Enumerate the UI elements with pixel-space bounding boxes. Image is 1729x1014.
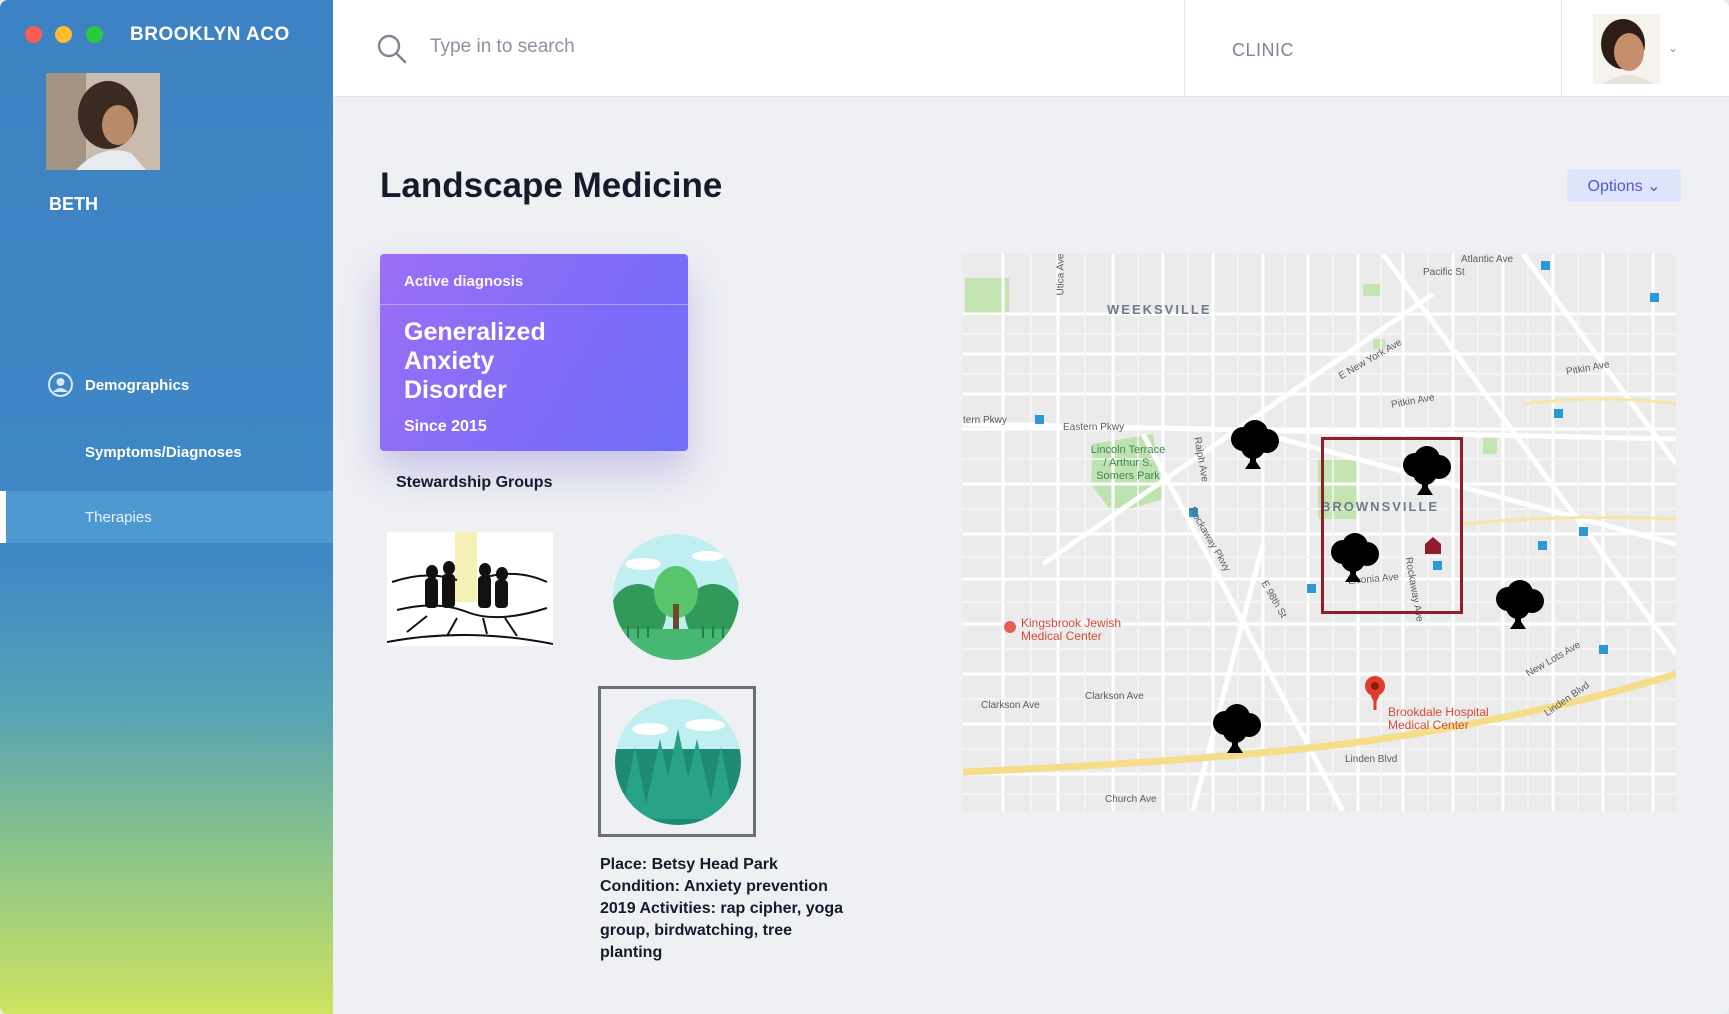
avatar[interactable] (1593, 14, 1660, 84)
app-window: BROOKLYN ACO BETH Demographics Symptoms/… (0, 0, 1729, 1014)
map-label-church: Church Ave (1105, 794, 1157, 805)
patient-photo (46, 73, 160, 170)
diagnosis-card-header: Active diagnosis (404, 273, 524, 290)
map-streets (963, 254, 1676, 811)
sidebar: BROOKLYN ACO BETH Demographics Symptoms/… (0, 0, 333, 1014)
diagnosis-card[interactable]: Active diagnosis Generalized Anxiety Dis… (380, 254, 688, 451)
map-label-park: Lincoln Terrace / Arthur S. Somers Park (1090, 444, 1166, 482)
neighborhood-map[interactable]: WEEKSVILLE BROWNSVILLE Lincoln Terrace /… (963, 254, 1676, 811)
map-label-utica: Utica Ave (1055, 254, 1067, 296)
close-window-button[interactable] (25, 26, 42, 43)
patient-name: BETH (49, 194, 98, 214)
sidebar-item-label: Demographics (85, 376, 190, 394)
sidebar-item-label: Symptoms/Diagnoses (85, 443, 242, 461)
maximize-window-button[interactable] (86, 26, 103, 43)
map-label-kingsbrook: Kingsbrook Jewish Medical Center (1021, 616, 1122, 643)
tree-icon[interactable] (1207, 703, 1265, 757)
tree-icon[interactable] (1325, 532, 1383, 586)
minimize-window-button[interactable] (55, 26, 72, 43)
clinic-label[interactable]: CLINIC (1232, 40, 1294, 61)
tree-icon[interactable] (1397, 445, 1455, 499)
options-button[interactable]: Options ⌄ (1567, 169, 1681, 202)
map-label-linden: Linden Blvd (1345, 754, 1398, 765)
chevron-down-icon[interactable]: ⌄ (1668, 41, 1678, 55)
place-info: Place: Betsy Head Park Condition: Anxiet… (600, 854, 850, 964)
sidebar-item-symptoms-diagnoses[interactable]: Symptoms/Diagnoses (0, 426, 333, 478)
divider (1561, 0, 1562, 97)
divider (380, 304, 688, 305)
stewardship-group-sketch-image[interactable] (386, 532, 554, 646)
map-label-atlantic: Atlantic Ave (1461, 254, 1514, 265)
betsy-head-park-image[interactable] (615, 699, 741, 825)
top-bar: CLINIC ⌄ (333, 0, 1729, 97)
page-title: Landscape Medicine (380, 166, 723, 205)
tree-icon[interactable] (1225, 419, 1283, 473)
map-label-clarkson-west: Clarkson Ave (981, 700, 1040, 711)
map-label-eastern-pkwy: Eastern Pkwy (1063, 422, 1125, 433)
map-label-brookdale: Brookdale Hospital Medical Center (1388, 705, 1489, 732)
sidebar-item-therapies[interactable]: Therapies (0, 491, 333, 543)
place-activities: 2019 Activities: rap cipher, yoga group,… (600, 900, 844, 961)
map-label-clarkson: Clarkson Ave (1085, 691, 1144, 702)
stewardship-groups-label: Stewardship Groups (396, 474, 553, 491)
map-label-weeksville: WEEKSVILLE (1107, 302, 1212, 317)
search-icon (376, 33, 408, 70)
search-input[interactable] (430, 30, 930, 64)
app-title: BROOKLYN ACO (130, 24, 290, 45)
diagnosis-title: Generalized Anxiety Disorder (404, 318, 546, 404)
divider (1184, 0, 1185, 97)
stewardship-group-forest-image[interactable] (613, 534, 739, 660)
sidebar-item-label: Therapies (85, 508, 152, 526)
place-name: Place: Betsy Head Park (600, 856, 778, 873)
map-label-eastern-pkwy-west: tern Pkwy (963, 415, 1007, 426)
place-condition: Condition: Anxiety prevention (600, 878, 828, 895)
map-label-pacific: Pacific St (1423, 267, 1465, 278)
diagnosis-since: Since 2015 (404, 418, 487, 435)
tree-icon[interactable] (1490, 579, 1548, 633)
sidebar-item-demographics[interactable]: Demographics (0, 359, 333, 411)
user-circle-icon (48, 372, 73, 397)
